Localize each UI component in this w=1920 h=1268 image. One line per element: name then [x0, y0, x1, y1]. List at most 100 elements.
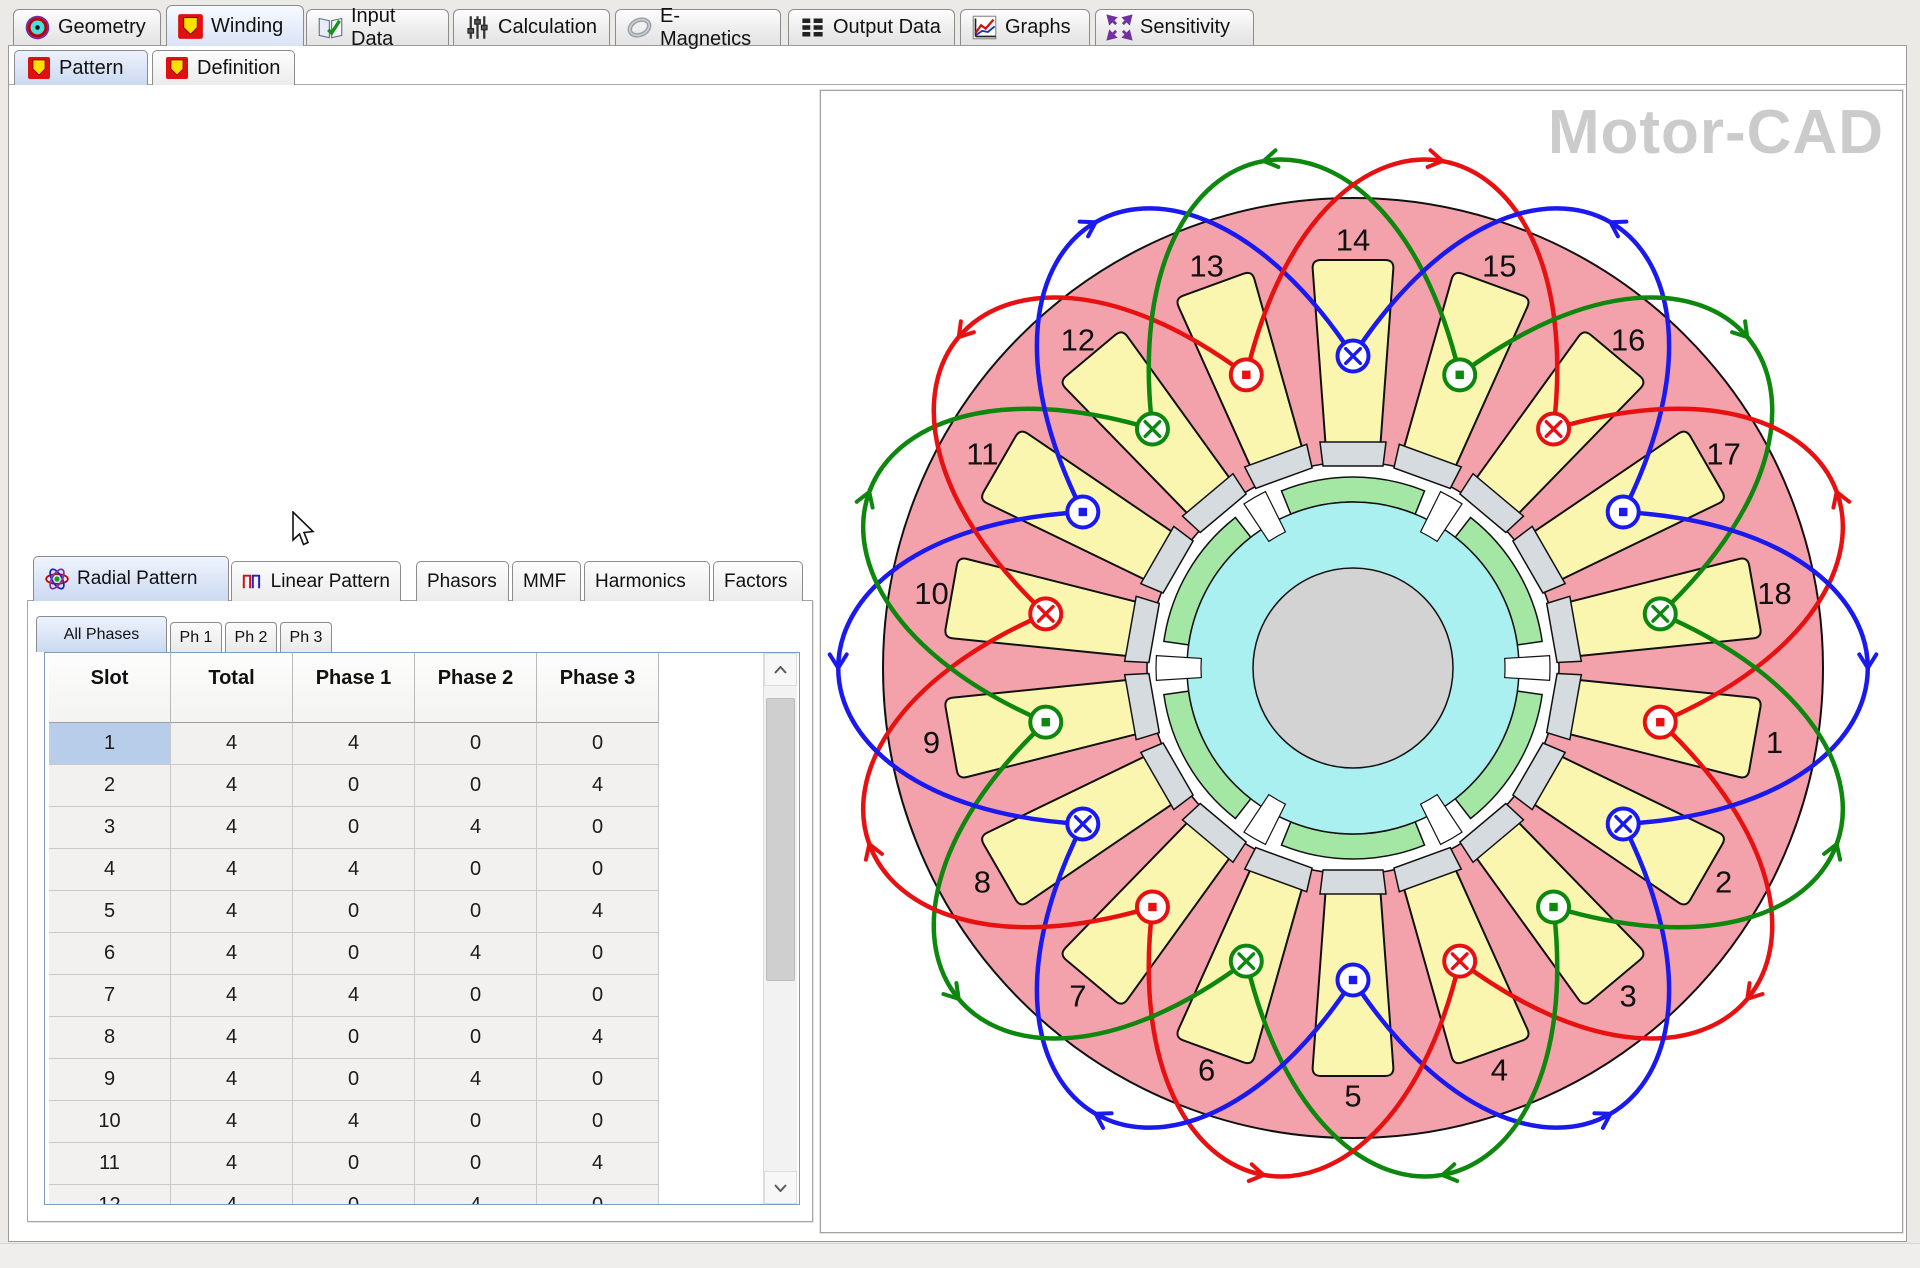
value-cell[interactable]: 4 [293, 1101, 415, 1143]
value-cell[interactable]: 0 [537, 975, 659, 1017]
value-cell[interactable]: 4 [171, 723, 293, 765]
tab-label: Ph 1 [180, 629, 213, 647]
tab-linear-pattern[interactable]: Linear Pattern [231, 561, 401, 601]
tab-ph-3[interactable]: Ph 3 [280, 622, 332, 652]
tab-calculation[interactable]: Calculation [453, 9, 610, 45]
value-cell[interactable]: 4 [537, 765, 659, 807]
value-cell[interactable]: 0 [537, 1185, 659, 1205]
scroll-down-button[interactable] [764, 1171, 797, 1204]
value-cell[interactable]: 4 [293, 975, 415, 1017]
value-cell[interactable]: 4 [171, 933, 293, 975]
mouse-cursor [292, 511, 316, 552]
value-cell[interactable]: 0 [537, 849, 659, 891]
svg-text:17: 17 [1706, 437, 1740, 472]
value-cell[interactable]: 0 [415, 765, 537, 807]
value-cell[interactable]: 4 [537, 1143, 659, 1185]
column-header-slot[interactable]: Slot [49, 653, 171, 723]
value-cell[interactable]: 0 [293, 891, 415, 933]
value-cell[interactable]: 0 [293, 1185, 415, 1205]
table-scrollbar[interactable] [763, 653, 797, 1204]
slot-cell[interactable]: 11 [49, 1143, 171, 1185]
value-cell[interactable]: 4 [415, 933, 537, 975]
column-header-phase-3[interactable]: Phase 3 [537, 653, 659, 723]
tab-e-magnetics[interactable]: E-Magnetics [615, 9, 781, 45]
tab-factors[interactable]: Factors [713, 561, 803, 601]
value-cell[interactable]: 4 [171, 1059, 293, 1101]
subtab-definition[interactable]: Definition [152, 50, 295, 85]
value-cell[interactable]: 4 [415, 1059, 537, 1101]
slot-cell[interactable]: 10 [49, 1101, 171, 1143]
value-cell[interactable]: 0 [293, 765, 415, 807]
slot-cell[interactable]: 3 [49, 807, 171, 849]
tab-radial-pattern[interactable]: Radial Pattern [33, 556, 229, 601]
value-cell[interactable]: 4 [171, 765, 293, 807]
tab-geometry[interactable]: Geometry [13, 9, 161, 45]
tab-winding[interactable]: Winding [166, 5, 304, 46]
slot-cell[interactable]: 1 [49, 723, 171, 765]
tab-ph-1[interactable]: Ph 1 [170, 622, 222, 652]
value-cell[interactable]: 0 [415, 891, 537, 933]
tab-graphs[interactable]: Graphs [960, 9, 1090, 45]
slot-cell[interactable]: 4 [49, 849, 171, 891]
value-cell[interactable]: 0 [293, 1143, 415, 1185]
value-cell[interactable]: 0 [415, 1101, 537, 1143]
value-cell[interactable]: 4 [171, 891, 293, 933]
radial-pattern-icon [44, 566, 70, 592]
svg-text:2: 2 [1715, 865, 1732, 900]
tab-sensitivity[interactable]: Sensitivity [1095, 9, 1254, 45]
value-cell[interactable]: 4 [293, 723, 415, 765]
tab-input-data[interactable]: Input Data [306, 9, 449, 45]
value-cell[interactable]: 0 [415, 723, 537, 765]
tab-harmonics[interactable]: Harmonics [584, 561, 710, 601]
tab-all-phases[interactable]: All Phases [36, 616, 167, 652]
slot-cell[interactable]: 8 [49, 1017, 171, 1059]
scroll-up-button[interactable] [764, 653, 797, 686]
column-header-phase-1[interactable]: Phase 1 [293, 653, 415, 723]
value-cell[interactable]: 4 [171, 807, 293, 849]
value-cell[interactable]: 0 [293, 933, 415, 975]
value-cell[interactable]: 0 [415, 975, 537, 1017]
slot-cell[interactable]: 6 [49, 933, 171, 975]
value-cell[interactable]: 0 [537, 933, 659, 975]
value-cell[interactable]: 0 [415, 1143, 537, 1185]
tab-label: Geometry [58, 16, 146, 39]
value-cell[interactable]: 0 [537, 1101, 659, 1143]
value-cell[interactable]: 4 [171, 1143, 293, 1185]
tab-label: MMF [523, 571, 566, 593]
value-cell[interactable]: 0 [537, 1059, 659, 1101]
value-cell[interactable]: 4 [293, 849, 415, 891]
value-cell[interactable]: 0 [415, 849, 537, 891]
value-cell[interactable]: 4 [415, 807, 537, 849]
slot-cell[interactable]: 7 [49, 975, 171, 1017]
column-header-phase-2[interactable]: Phase 2 [415, 653, 537, 723]
value-cell[interactable]: 0 [537, 723, 659, 765]
value-cell[interactable]: 0 [537, 807, 659, 849]
tab-label: Linear Pattern [271, 571, 390, 593]
value-cell[interactable]: 4 [537, 1017, 659, 1059]
tab-phasors[interactable]: Phasors [416, 561, 509, 601]
value-cell[interactable]: 4 [171, 975, 293, 1017]
tab-ph-2[interactable]: Ph 2 [225, 622, 277, 652]
value-cell[interactable]: 0 [293, 807, 415, 849]
winding-diagram-panel: Motor-CAD 123456789101112131415161718 [820, 90, 1903, 1233]
slot-cell[interactable]: 2 [49, 765, 171, 807]
tab-output-data[interactable]: Output Data [788, 9, 955, 45]
subtab-pattern[interactable]: Pattern [14, 50, 148, 85]
column-header-total[interactable]: Total [171, 653, 293, 723]
value-cell[interactable]: 4 [171, 849, 293, 891]
value-cell[interactable]: 0 [293, 1017, 415, 1059]
slot-cell[interactable]: 9 [49, 1059, 171, 1101]
output-data-icon [799, 14, 826, 41]
slot-cell[interactable]: 5 [49, 891, 171, 933]
value-cell[interactable]: 4 [171, 1185, 293, 1205]
value-cell[interactable]: 4 [537, 891, 659, 933]
value-cell[interactable]: 0 [415, 1017, 537, 1059]
value-cell[interactable]: 4 [415, 1185, 537, 1205]
tab-mmf[interactable]: MMF [512, 561, 581, 601]
scrollbar-thumb[interactable] [766, 698, 795, 981]
value-cell[interactable]: 0 [293, 1059, 415, 1101]
value-cell[interactable]: 4 [171, 1017, 293, 1059]
svg-text:6: 6 [1198, 1053, 1215, 1088]
value-cell[interactable]: 4 [171, 1101, 293, 1143]
slot-cell[interactable]: 12 [49, 1185, 171, 1205]
